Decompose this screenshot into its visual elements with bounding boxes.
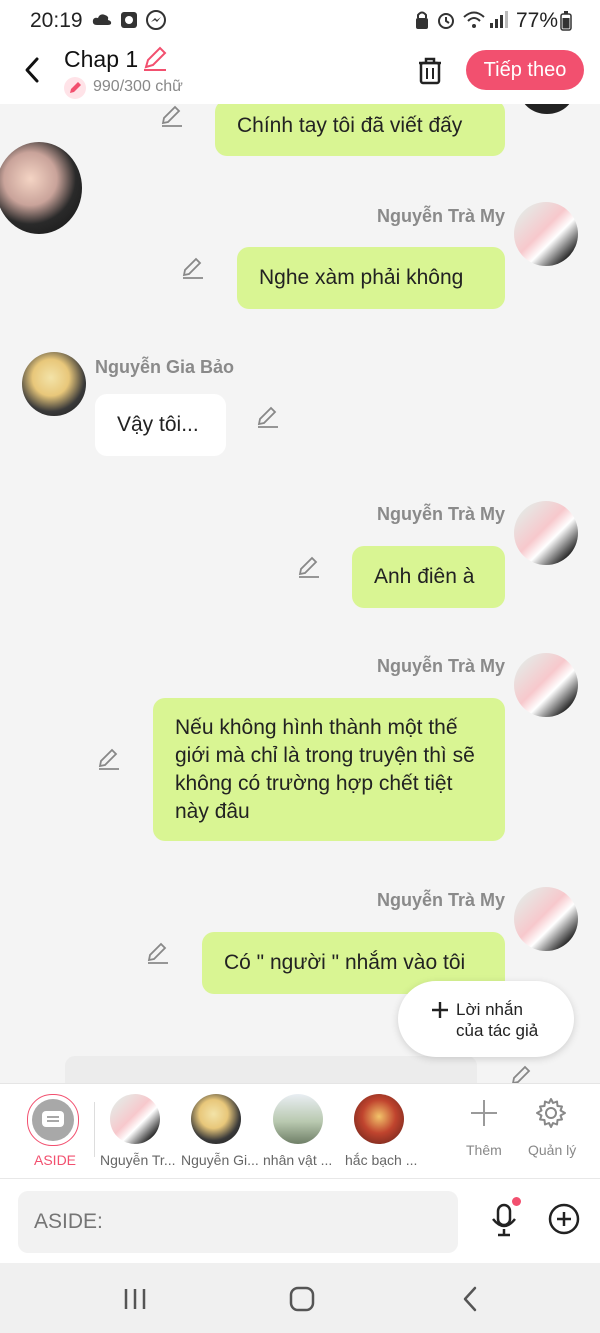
sender-name: Nguyễn Trà My [376, 890, 505, 910]
chapter-header: Chap 1 990/300 chữ Tiếp theo [0, 42, 600, 104]
chat-area[interactable]: Chính tay tôi đã viết đấy Nguyễn Trà My … [0, 104, 600, 1083]
add-character-icon[interactable] [469, 1098, 499, 1128]
aside-icon [42, 1111, 64, 1127]
input-bar [0, 1178, 600, 1264]
edit-title-icon[interactable] [142, 46, 168, 72]
edit-message-icon[interactable] [297, 555, 321, 579]
author-note-line2: của tác giả [456, 1021, 539, 1040]
chapter-title[interactable]: Chap 1 [64, 46, 138, 73]
recording-dot [512, 1197, 521, 1206]
message-bubble[interactable]: Anh điên à [352, 546, 505, 608]
status-time: 20:19 [30, 9, 83, 32]
message-bubble[interactable]: Vậy tôi... [95, 394, 226, 456]
add-circle-icon[interactable] [548, 1203, 580, 1235]
author-note-button[interactable]: Lời nhắn của tác giả [398, 981, 574, 1057]
back-arrow-icon[interactable] [20, 56, 44, 84]
character-avatar[interactable] [354, 1094, 404, 1144]
wifi-icon [463, 11, 485, 28]
avatar[interactable] [514, 202, 578, 266]
edit-message-icon[interactable] [510, 1064, 534, 1083]
avatar-photo[interactable] [0, 142, 82, 234]
home-icon[interactable] [289, 1286, 315, 1312]
microphone-icon[interactable] [489, 1201, 519, 1237]
back-nav-icon[interactable] [460, 1286, 480, 1312]
edit-message-icon[interactable] [181, 256, 205, 280]
recent-apps-icon[interactable] [122, 1287, 148, 1311]
character-label[interactable]: Nguyễn Tr... [100, 1152, 175, 1168]
sender-name: Nguyễn Trà My [376, 656, 505, 676]
avatar[interactable] [520, 104, 574, 114]
character-avatar[interactable] [273, 1094, 323, 1144]
avatar[interactable] [514, 887, 578, 951]
message-bubble-partial[interactable] [65, 1056, 477, 1083]
battery-icon [560, 11, 572, 31]
trash-icon[interactable] [416, 56, 444, 86]
add-character-label[interactable]: Thêm [466, 1142, 502, 1158]
alarm-icon [438, 13, 454, 29]
app-notification-icon [121, 12, 137, 28]
status-bar: 20:19 77% [0, 0, 600, 42]
avatar[interactable] [514, 501, 578, 565]
word-count: 990/300 chữ [93, 78, 183, 95]
character-label[interactable]: hắc bạch ... [345, 1152, 417, 1168]
character-avatar[interactable] [191, 1094, 241, 1144]
author-note-line1: Lời nhắn [456, 1000, 523, 1019]
character-bar: ASIDE Nguyễn Tr... Nguyễn Gi... nhân vật… [0, 1083, 600, 1179]
edit-message-icon[interactable] [160, 104, 184, 128]
gear-icon[interactable] [535, 1097, 567, 1129]
character-label-aside: ASIDE [34, 1152, 77, 1168]
edit-message-icon[interactable] [146, 941, 170, 965]
avatar[interactable] [22, 352, 86, 416]
battery-percentage: 77% [515, 9, 558, 32]
manage-label[interactable]: Quản lý [528, 1142, 576, 1158]
message-bubble[interactable]: Nếu không hình thành một thế giới mà chỉ… [153, 698, 505, 841]
edit-message-icon[interactable] [97, 747, 121, 771]
character-label[interactable]: nhân vật ... [263, 1152, 332, 1168]
next-chapter-button[interactable]: Tiếp theo [466, 50, 584, 90]
cloud-icon [92, 14, 112, 25]
word-count-icon [64, 77, 86, 99]
avatar[interactable] [514, 653, 578, 717]
signal-icon [490, 11, 508, 28]
divider [94, 1102, 95, 1157]
sender-name: Nguyễn Gia Bảo [95, 357, 235, 377]
plus-icon [432, 1002, 448, 1018]
message-bubble[interactable]: Nghe xàm phải không [237, 247, 505, 309]
sender-name: Nguyễn Trà My [376, 504, 505, 524]
character-label[interactable]: Nguyễn Gi... [181, 1152, 259, 1168]
messenger-icon [146, 10, 166, 30]
aside-character[interactable] [27, 1094, 79, 1146]
character-avatar[interactable] [110, 1094, 160, 1144]
message-bubble[interactable]: Chính tay tôi đã viết đấy [215, 104, 505, 156]
lock-icon [416, 11, 428, 29]
system-nav-bar [0, 1263, 600, 1333]
sender-name: Nguyễn Trà My [376, 206, 505, 226]
message-input[interactable] [18, 1191, 458, 1253]
edit-message-icon[interactable] [256, 405, 280, 429]
